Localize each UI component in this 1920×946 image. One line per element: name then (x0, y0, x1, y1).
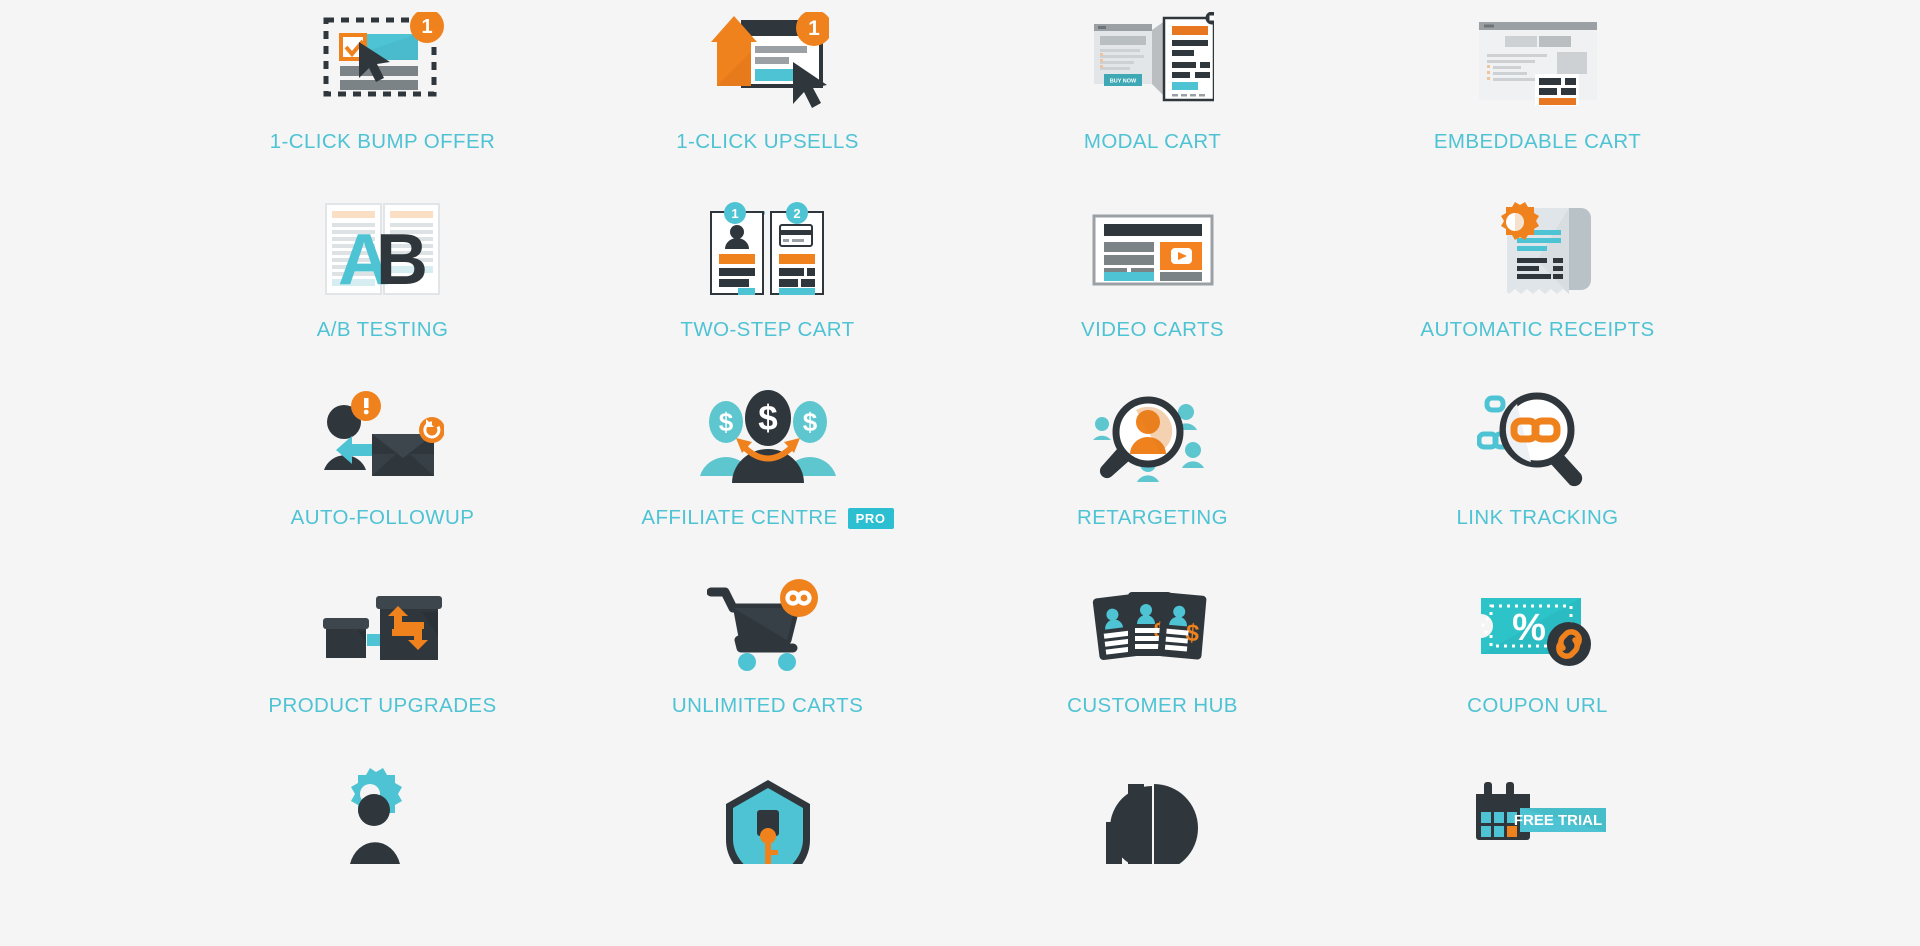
svg-text:1: 1 (808, 17, 820, 40)
feature-label-row: EMBEDDABLE CART (1434, 130, 1641, 154)
gear-person-icon (190, 758, 575, 870)
boxes-swap-icon (190, 570, 575, 682)
pro-badge: PRO (847, 507, 894, 529)
video-cart-icon (960, 194, 1345, 306)
svg-text:1: 1 (731, 206, 738, 221)
customer-cards-icon: $ $ (960, 570, 1345, 682)
feature-card-ab-testing[interactable]: A B A/B TESTING (190, 194, 575, 382)
magnifier-link-icon (1345, 382, 1730, 494)
feature-card-secure[interactable] (575, 758, 960, 946)
feature-label: 1-CLICK UPSELLS (676, 130, 859, 153)
feature-card-modal-cart[interactable]: BUY NOW MODAL CART (960, 6, 1345, 194)
feature-label: AUTOMATIC RECEIPTS (1420, 318, 1655, 341)
feature-card-link-tracking[interactable]: LINK TRACKING (1345, 382, 1730, 570)
feature-label: CUSTOMER HUB (1067, 694, 1238, 717)
feature-label-row: AUTO-FOLLOWUP (291, 506, 475, 530)
two-step-cart-icon: 1 2 (575, 194, 960, 306)
feature-label-row: AUTOMATIC RECEIPTS (1420, 318, 1654, 342)
feature-card-customer-hub[interactable]: $ $ (960, 570, 1345, 758)
feature-card-coupon-url[interactable]: % COUPON URL (1345, 570, 1730, 758)
feature-label-row: VIDEO CARTS (1081, 318, 1224, 342)
svg-text:$: $ (758, 399, 777, 438)
feature-label: AUTO-FOLLOWUP (290, 506, 475, 529)
feature-label: RETARGETING (1077, 506, 1228, 529)
followup-envelope-icon (190, 382, 575, 494)
upsell-arrow-icon: 1 (575, 6, 960, 118)
feature-label: AFFILIATE CENTRE (641, 506, 838, 529)
feature-label: A/B TESTING (316, 318, 449, 341)
feature-label-row: PRODUCT UPGRADES (268, 694, 496, 718)
feature-label-row: UNLIMITED CARTS (672, 694, 863, 718)
bar-pie-chart-icon (960, 758, 1345, 870)
svg-text:$: $ (802, 407, 817, 437)
magnifier-person-icon (960, 382, 1345, 494)
feature-card-analytics[interactable] (960, 758, 1345, 946)
feature-card-video-carts[interactable]: VIDEO CARTS (960, 194, 1345, 382)
feature-label-row: LINK TRACKING (1456, 506, 1618, 530)
feature-label: PRODUCT UPGRADES (268, 694, 497, 717)
free-trial-badge-label: FREE TRIAL (1513, 812, 1601, 829)
feature-label-row: CUSTOMER HUB (1067, 694, 1238, 718)
feature-label: UNLIMITED CARTS (671, 694, 864, 717)
feature-card-auto-followup[interactable]: AUTO-FOLLOWUP (190, 382, 575, 570)
feature-card-automatic-receipts[interactable]: AUTOMATIC RECEIPTS (1345, 194, 1730, 382)
feature-label: VIDEO CARTS (1081, 318, 1224, 341)
svg-text:BUY NOW: BUY NOW (1109, 79, 1136, 85)
free-trial-icon: FREE TRIAL (1345, 758, 1730, 870)
ab-testing-icon: A B (190, 194, 575, 306)
feature-card-one-click-upsells[interactable]: 1 1-CLICK UPSELLS (575, 6, 960, 194)
bump-offer-icon: 1 (190, 6, 575, 118)
feature-label: 1-CLICK BUMP OFFER (269, 130, 496, 153)
feature-label: LINK TRACKING (1456, 506, 1619, 529)
feature-card-free-trial[interactable]: FREE TRIAL (1345, 758, 1730, 946)
feature-label-row: 1-CLICK BUMP OFFER (270, 130, 496, 154)
feature-card-one-click-bump-offer[interactable]: 1 1-CLICK BUMP OFFER (190, 6, 575, 194)
svg-text:$: $ (718, 407, 733, 437)
embeddable-cart-icon (1345, 6, 1730, 118)
feature-label: MODAL CART (1083, 130, 1222, 153)
svg-text:1: 1 (421, 16, 432, 38)
svg-text:2: 2 (793, 206, 800, 221)
feature-label-row: TWO-STEP CART (680, 318, 854, 342)
feature-label: COUPON URL (1467, 694, 1608, 717)
feature-grid: 1 1-CLICK BUMP OFFER 1 1-CLICK UPSELLS B… (190, 0, 1730, 946)
affiliate-people-icon: $ $ $ (575, 382, 960, 494)
feature-label-row: AFFILIATE CENTRE PRO (641, 506, 894, 530)
feature-label: TWO-STEP CART (680, 318, 855, 341)
feature-card-retargeting[interactable]: RETARGETING (960, 382, 1345, 570)
svg-text:B: B (376, 220, 428, 300)
feature-card-embeddable-cart[interactable]: EMBEDDABLE CART (1345, 6, 1730, 194)
feature-card-product-upgrades[interactable]: PRODUCT UPGRADES (190, 570, 575, 758)
svg-text:%: % (1512, 607, 1546, 649)
feature-label-row: 1-CLICK UPSELLS (676, 130, 859, 154)
modal-cart-icon: BUY NOW (960, 6, 1345, 118)
feature-label-row: A/B TESTING (317, 318, 449, 342)
feature-label-row: RETARGETING (1077, 506, 1228, 530)
feature-card-two-step-cart[interactable]: 1 2 TWO-STEP CART (575, 194, 960, 382)
receipt-gear-icon (1345, 194, 1730, 306)
cart-infinity-icon (575, 570, 960, 682)
feature-card-integrations[interactable] (190, 758, 575, 946)
shield-key-icon (575, 758, 960, 870)
feature-card-unlimited-carts[interactable]: UNLIMITED CARTS (575, 570, 960, 758)
coupon-link-icon: % (1345, 570, 1730, 682)
feature-card-affiliate-centre[interactable]: $ $ $ AFFILIATE CENTRE PRO (575, 382, 960, 570)
feature-label-row: COUPON URL (1467, 694, 1608, 718)
feature-label: EMBEDDABLE CART (1433, 130, 1642, 153)
feature-label-row: MODAL CART (1084, 130, 1221, 154)
